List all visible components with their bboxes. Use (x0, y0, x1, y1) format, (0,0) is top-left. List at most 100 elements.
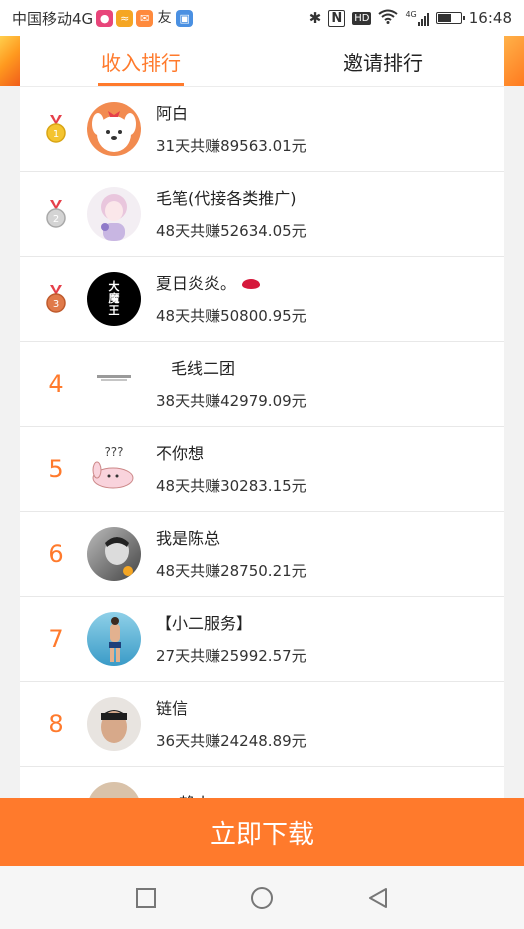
earnings-text: 48天共赚50800.95元 (156, 306, 307, 325)
rank-number: 4 (48, 370, 64, 398)
svg-text:2: 2 (53, 214, 59, 225)
avatar[interactable]: 大魔王 (87, 272, 141, 326)
man-photo-avatar-icon (101, 710, 127, 743)
user-name: 夏日炎炎。 (156, 273, 307, 295)
earnings-text: 48天共赚28750.21元 (156, 561, 307, 580)
signal-icon: 4G (405, 10, 429, 26)
gold-medal-icon: 1 (46, 115, 66, 143)
user-name: 我是陈总 (156, 528, 221, 548)
status-bar: 中国移动4G ● ≈ ✉ 友 ▣ ✱ N HD 4G 16:48 (0, 0, 524, 36)
user-name: 链信 (156, 698, 189, 718)
rank-cell: 6 (20, 540, 92, 568)
earnings-text: 38天共赚42979.09元 (156, 391, 307, 410)
ranking-row[interactable]: 6 我是陈总 48天共赚28750.21元 (20, 512, 504, 597)
avatar[interactable] (87, 612, 141, 666)
bluetooth-icon: ✱ (308, 9, 322, 27)
rank-cell: 8 (20, 710, 92, 738)
text-logo-avatar-icon (97, 375, 131, 381)
ranking-row[interactable]: 4 毛线二团 38天共赚42979.09元 (20, 342, 504, 427)
notification-app-icon: ▣ (176, 9, 194, 27)
earnings-text: 48天共赚30283.15元 (156, 476, 307, 495)
ranking-row[interactable]: 5 ??? 不你想 48天共赚30283.15元 (20, 427, 504, 512)
rank-cell: 2 (20, 200, 92, 228)
rank-cell: 5 (20, 455, 92, 483)
avatar[interactable] (87, 187, 141, 241)
ranking-info: 夏日炎炎。 48天共赚50800.95元 (156, 273, 307, 326)
tab-invite-ranking[interactable]: 邀请排行 (262, 36, 504, 86)
avatar[interactable] (87, 782, 141, 799)
user-name: 【小二服务】 (156, 613, 253, 633)
system-nav-bar (0, 866, 524, 929)
carrier-label: 中国移动4G (12, 9, 94, 28)
svg-text:1: 1 (53, 129, 59, 140)
status-right: ✱ N HD 4G 16:48 (309, 9, 512, 28)
ranking-row[interactable]: 9 赖小 (20, 767, 504, 799)
square-icon (136, 887, 156, 908)
earnings-text: 36天共赚24248.89元 (156, 731, 307, 750)
svg-text:3: 3 (53, 299, 59, 310)
avatar[interactable] (87, 527, 141, 581)
anime-girl-avatar-icon (101, 194, 127, 241)
ranking-list: 1 阿白 31天共赚89563.01元 2 毛笔(代接各类推广) 48天共赚52… (20, 87, 504, 799)
ranking-info: 我是陈总 48天共赚28750.21元 (156, 528, 307, 581)
user-name: 阿白 (156, 103, 189, 123)
back-button[interactable] (365, 885, 391, 911)
rabbit-avatar-icon: ??? (92, 445, 134, 489)
user-name: 不你想 (156, 443, 205, 463)
rank-cell: 1 (20, 115, 92, 143)
download-button[interactable]: 立即下载 (0, 798, 524, 866)
earnings-text: 48天共赚52634.05元 (156, 221, 307, 240)
avatar[interactable] (87, 697, 141, 751)
avatar[interactable] (87, 357, 141, 411)
wifi-icon (378, 9, 399, 28)
ranking-row[interactable]: 1 阿白 31天共赚89563.01元 (20, 87, 504, 172)
avatar[interactable] (87, 102, 141, 156)
rank-number: 8 (48, 710, 64, 738)
earnings-text: 27天共赚25992.57元 (156, 646, 307, 665)
user-name: 毛笔(代接各类推广) (156, 188, 297, 208)
bronze-medal-icon: 3 (46, 285, 66, 313)
hd-icon: HD (352, 11, 372, 25)
user-name-text: 夏日炎炎。 (156, 273, 237, 293)
ranking-row[interactable]: 3 大魔王 夏日炎炎。 48天共赚50800.95元 (20, 257, 504, 342)
notification-app-icon: ≈ (116, 9, 134, 27)
notification-app-icon: ✉ (136, 9, 154, 27)
lips-emoji-icon (242, 279, 261, 289)
nfc-icon: N (328, 9, 346, 27)
ranking-info: 毛线二团 38天共赚42979.09元 (156, 358, 307, 411)
ranking-info: 不你想 48天共赚30283.15元 (156, 443, 307, 496)
notification-app-icon: 友 (156, 9, 174, 27)
recent-apps-button[interactable] (133, 885, 159, 911)
ranking-info: 链信 36天共赚24248.89元 (156, 698, 307, 751)
status-left: 中国移动4G ● ≈ ✉ 友 ▣ (12, 8, 194, 29)
ranking-row[interactable]: 8 链信 36天共赚24248.89元 (20, 682, 504, 767)
pool-photo-avatar-icon (109, 617, 121, 662)
man-photo-avatar-icon (105, 537, 133, 576)
rank-number: 6 (48, 540, 64, 568)
ranking-tabs: 收入排行 邀请排行 (20, 36, 504, 87)
banner-edge-right (502, 36, 524, 86)
rank-cell: 7 (20, 625, 92, 653)
clock-label: 16:48 (468, 9, 512, 27)
tab-income-ranking[interactable]: 收入排行 (20, 36, 262, 86)
ranking-row[interactable]: 2 毛笔(代接各类推广) 48天共赚52634.05元 (20, 172, 504, 257)
question-marks-text: ??? (104, 445, 123, 459)
ranking-panel: 收入排行 邀请排行 1 阿白 31天共赚89563.01元 2 毛笔(代接各类推… (20, 36, 504, 799)
ranking-info: 【小二服务】 27天共赚25992.57元 (156, 613, 307, 666)
ranking-row[interactable]: 7 【小二服务】 27天共赚25992.57元 (20, 597, 504, 682)
ranking-info: 阿白 31天共赚89563.01元 (156, 103, 307, 156)
dog-avatar-icon (92, 111, 136, 152)
rank-cell: 4 (20, 370, 92, 398)
rank-number: 5 (48, 455, 64, 483)
rank-number: 7 (48, 625, 64, 653)
rank-cell: 3 (20, 285, 92, 313)
earnings-text: 31天共赚89563.01元 (156, 136, 307, 155)
circle-icon (251, 886, 273, 909)
avatar[interactable]: ??? (87, 442, 141, 496)
network-type-label: 4G (405, 10, 417, 19)
ranking-info: 毛笔(代接各类推广) 48天共赚52634.05元 (156, 188, 307, 241)
avatar-calligraphy-text: 大魔王 (108, 280, 120, 317)
silver-medal-icon: 2 (46, 200, 66, 228)
triangle-back-icon (369, 887, 387, 908)
home-button[interactable] (249, 885, 275, 911)
